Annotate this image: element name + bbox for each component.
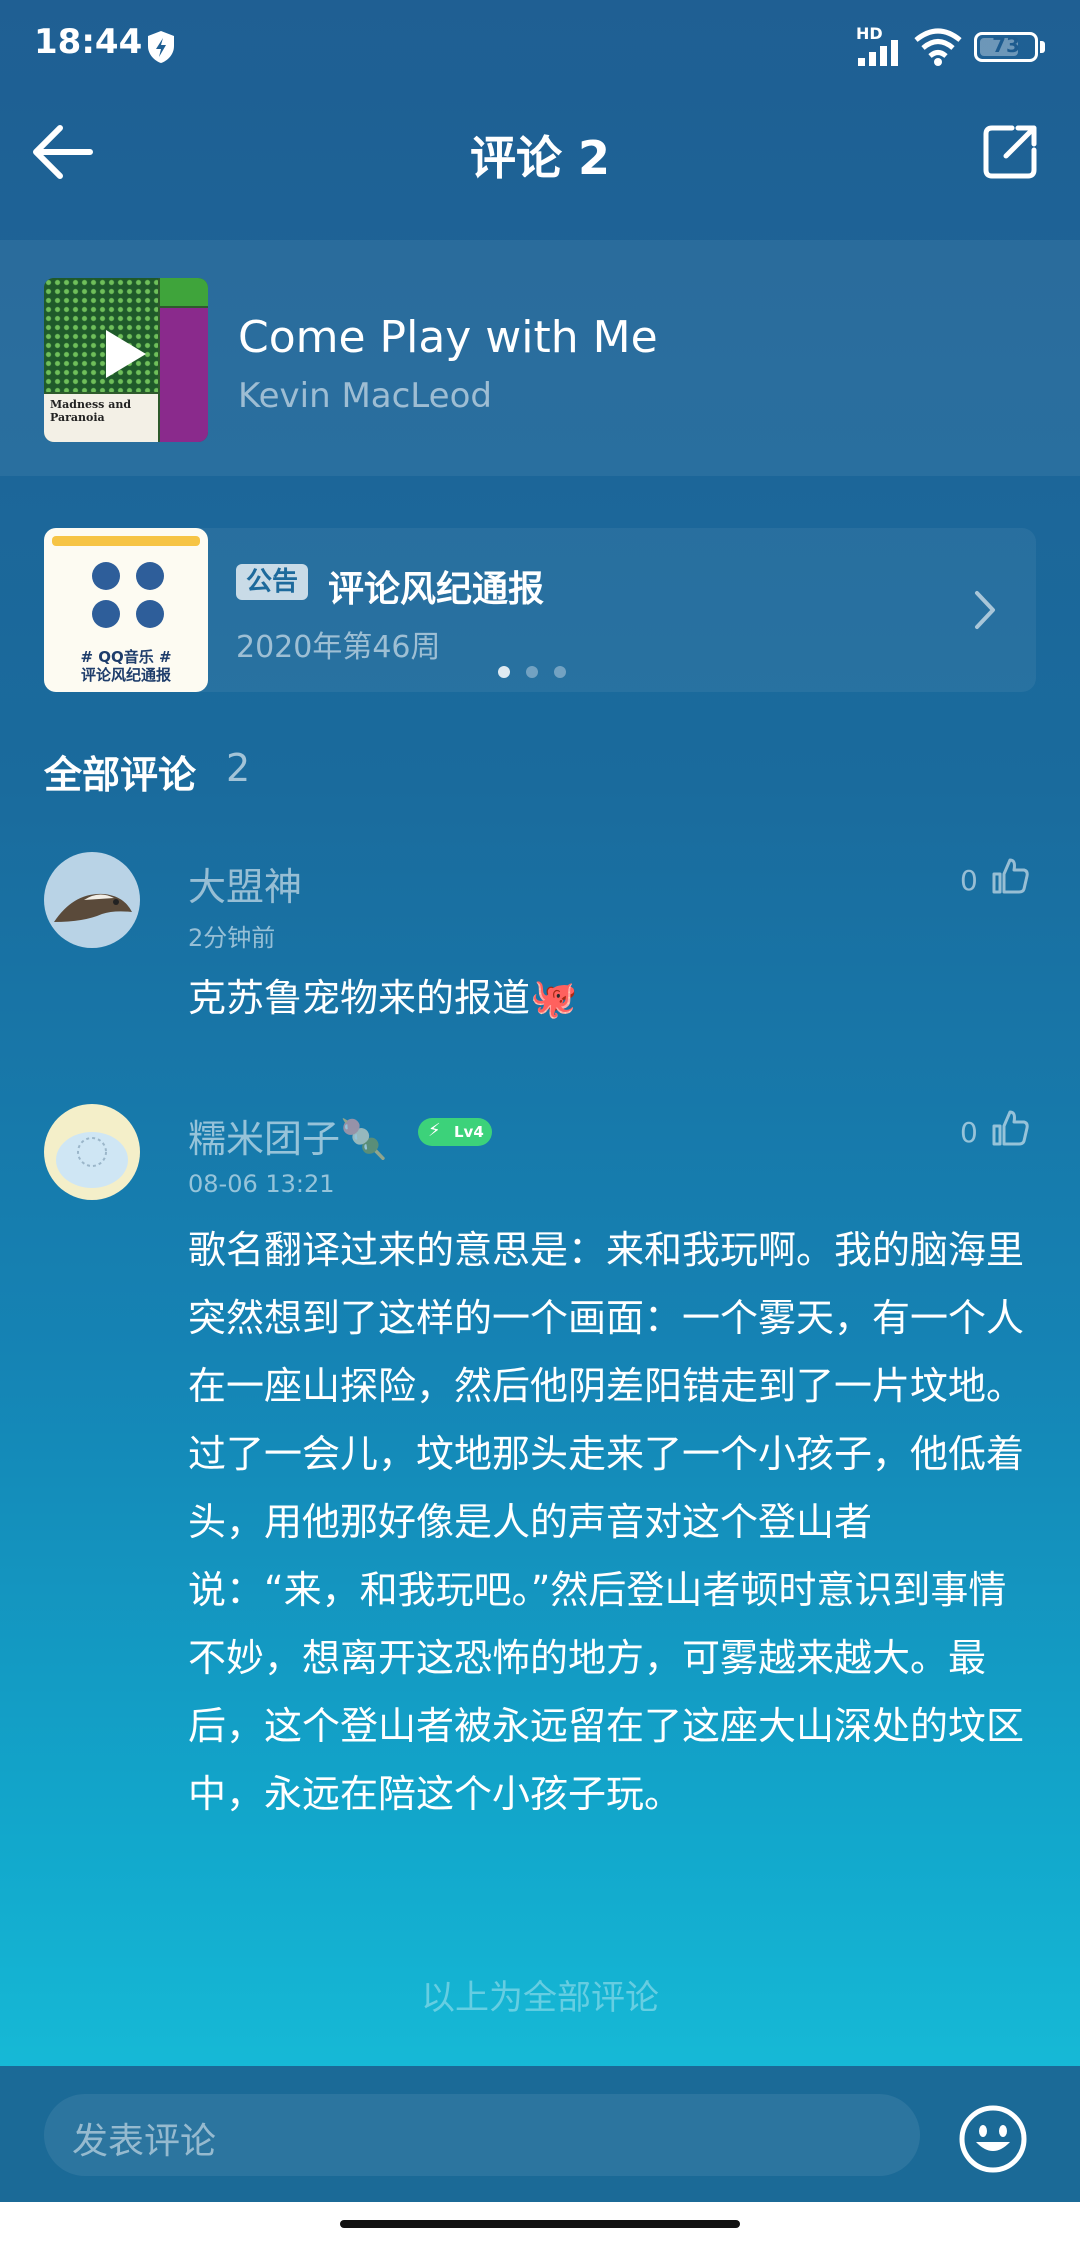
status-bar: 18:44 HD 73 (0, 0, 1080, 96)
song-title: Come Play with Me (238, 312, 658, 363)
comment-author[interactable]: 大盟神 (188, 856, 302, 911)
notice-badge: 公告 (236, 564, 309, 600)
avatar[interactable] (44, 1104, 140, 1200)
thumbs-up-icon[interactable] (990, 1108, 1030, 1148)
level-badge: ⚡ Lv4 (418, 1118, 492, 1146)
avatar[interactable] (44, 852, 140, 948)
wifi-icon (914, 28, 962, 66)
like-count: 0 (960, 864, 978, 897)
person-icon (92, 600, 120, 628)
status-time: 18:44 (34, 22, 143, 62)
comment-composer: 发表评论 (0, 2066, 1080, 2202)
home-indicator-area (0, 2202, 1080, 2248)
cover-caption-line1: Madness and (50, 398, 132, 411)
comments-section-title: 全部评论 (44, 753, 197, 797)
comment-input-placeholder: 发表评论 (72, 2121, 217, 2162)
comment-time: 2分钟前 (188, 924, 276, 952)
page-title: 评论 2 (469, 131, 611, 185)
song-artist: Kevin MacLeod (238, 376, 492, 416)
signal-icon (858, 40, 898, 66)
battery-tip (1040, 41, 1045, 53)
person-icon (92, 562, 120, 590)
lightning-icon: ⚡ (428, 1120, 441, 1141)
level-text: Lv4 (454, 1123, 484, 1141)
carousel-dot (554, 666, 566, 678)
notice-image-bar (52, 536, 200, 546)
emoji-icon[interactable] (958, 2104, 1028, 2174)
top-navigation: 评论 2 (0, 96, 1080, 216)
comment-input[interactable]: 发表评论 (44, 2094, 920, 2176)
battery-icon: 73 (974, 32, 1038, 62)
song-card[interactable]: Madness and Paranoia Come Play with Me K… (0, 240, 1080, 476)
end-of-comments: 以上为全部评论 (421, 1978, 659, 2018)
cover-block (160, 308, 208, 442)
notice-title: 评论风纪通报 (328, 569, 545, 610)
carousel-dot (498, 666, 510, 678)
comment-author[interactable]: 糯米团子🍡 (188, 1108, 387, 1163)
notice-subtitle: 2020年第46周 (236, 630, 441, 665)
notice-image-caption-line2: 评论风纪通报 (80, 666, 171, 684)
chevron-right-icon (975, 591, 995, 629)
battery-level: 73 (992, 33, 1020, 57)
comment-time: 08-06 13:21 (188, 1170, 335, 1198)
notice-image: # QQ音乐 # 评论风纪通报 (44, 528, 208, 692)
notice-image-caption-line1: # QQ音乐 # (80, 648, 172, 666)
like-count: 0 (960, 1116, 978, 1149)
cover-caption: Madness and Paranoia (44, 394, 158, 442)
comment-text: 克苏鲁宠物来的报道🐙 (188, 976, 578, 1020)
album-cover[interactable]: Madness and Paranoia (44, 278, 208, 442)
comments-section-count: 2 (226, 746, 251, 790)
thumbs-up-icon[interactable] (990, 856, 1030, 896)
person-icon (136, 562, 164, 590)
carousel-dots (498, 666, 568, 682)
comment-text: 歌名翻译过来的意思是：来和我玩啊。我的脑海里突然想到了这样的一个画面：一个雾天，… (188, 1228, 1025, 1816)
cover-strip (160, 278, 208, 306)
notice-image-caption: # QQ音乐 # 评论风纪通报 (44, 648, 208, 684)
home-indicator[interactable] (340, 2220, 740, 2228)
share-icon[interactable] (982, 122, 1040, 180)
person-icon (136, 600, 164, 628)
play-icon[interactable] (106, 330, 146, 378)
carousel-dot (526, 666, 538, 678)
shield-icon (148, 31, 174, 63)
cover-caption-line2: Paranoia (50, 411, 105, 424)
